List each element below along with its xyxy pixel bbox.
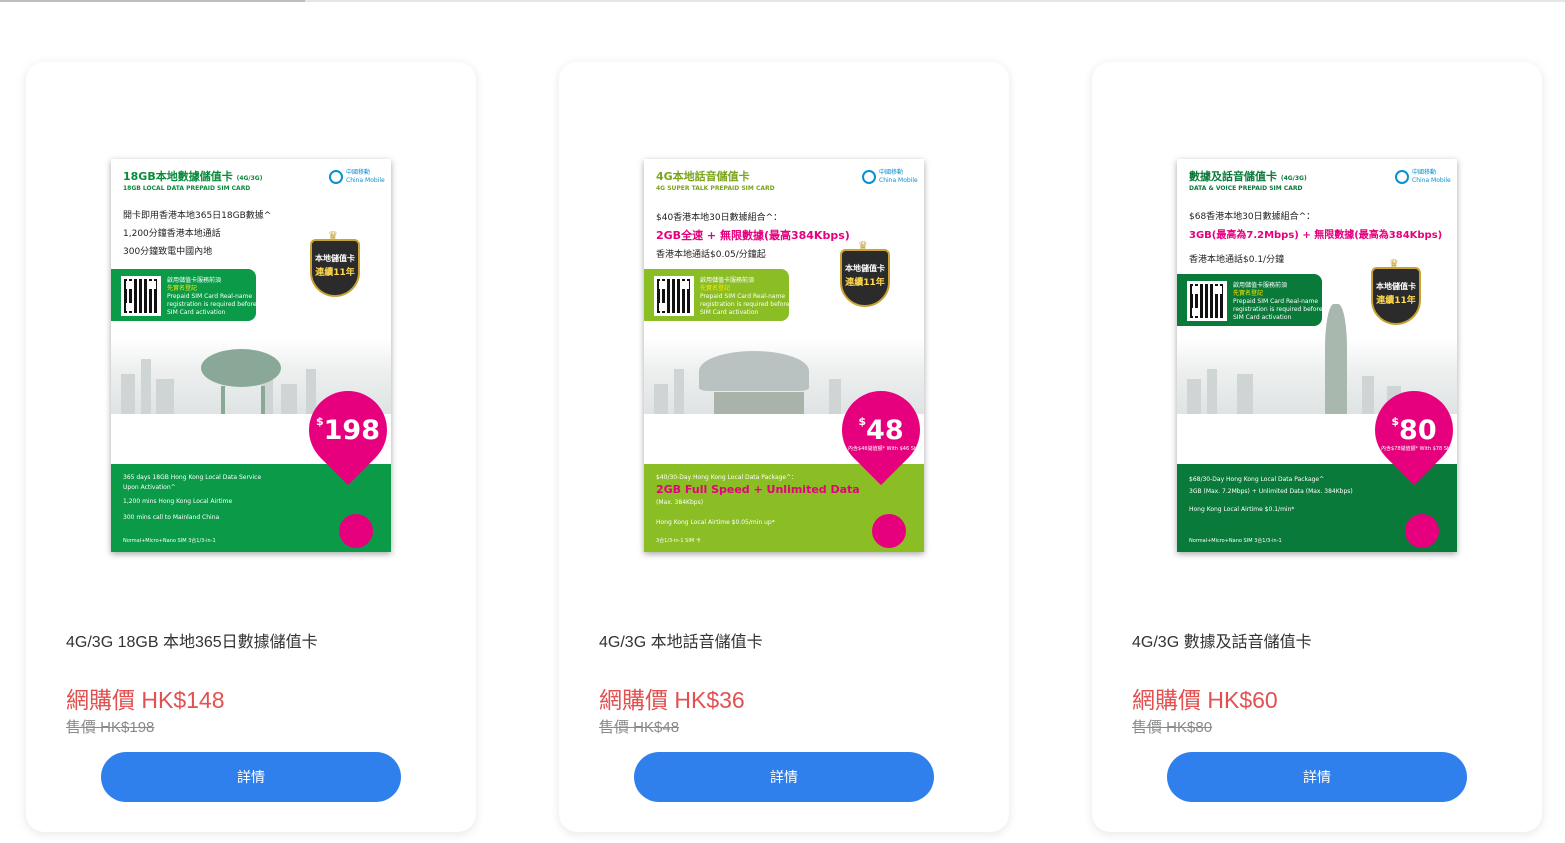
pack-title: 數據及話音儲值卡 (4G/3G): [1189, 170, 1307, 183]
product-card: 數據及話音儲值卡 (4G/3G) DATA & VOICE PREPAID SI…: [1092, 62, 1542, 832]
pack-price-note: 內含$78儲值額* With $78 Stored Value: [1381, 446, 1457, 452]
china-mobile-logo-icon: 中國移動 China Mobile: [862, 169, 918, 187]
pack-subtitle: DATA & VOICE PREPAID SIM CARD: [1189, 185, 1303, 192]
pack-price-note: 內含$46儲值額* With $46 Stored Value: [848, 446, 924, 452]
retail-price: 售價 HK$198: [66, 719, 155, 736]
pack-feature: 香港本地通話$0.05/分鐘起: [656, 250, 766, 260]
qr-code-icon: [654, 276, 694, 316]
china-mobile-logo-icon: 中國移動 China Mobile: [329, 169, 385, 187]
online-price: 網購價 HK$60: [1132, 687, 1278, 713]
pack-feature: 香港本地通話$0.1/分鐘: [1189, 255, 1285, 265]
pack-feature: 開卡即用香港本地365日18GB數據^: [123, 211, 272, 221]
award-badge-icon: ♛ 本地儲值卡 連續11年: [304, 230, 366, 301]
qr-panel: 啟用儲值卡服務前須 先實名登記 Prepaid SIM Card Real-name…: [1177, 274, 1323, 326]
qr-panel: 啟用儲值卡服務前須 先實名登記 Prepaid SIM Card Real-name…: [111, 269, 257, 321]
pack-price: $48: [858, 415, 904, 446]
pack-title: 18GB本地數據儲值卡 (4G/3G): [123, 170, 263, 183]
product-name[interactable]: 4G/3G 18GB 本地365日數據儲值卡: [66, 628, 318, 652]
pack-feature: 300分鐘致電中國內地: [123, 247, 213, 257]
pack-feature: 1,200分鐘香港本地通話: [123, 229, 221, 239]
online-price: 網購價 HK$36: [599, 687, 745, 713]
qr-code-icon: [121, 276, 161, 316]
retail-price: 售價 HK$80: [1132, 719, 1213, 736]
product-card: 18GB本地數據儲值卡 (4G/3G) 18GB LOCAL DATA PREP…: [26, 62, 476, 832]
pack-title: 4G本地話音儲值卡: [656, 170, 750, 183]
pin-dot-icon: [872, 514, 906, 548]
pack-feature: 2GB全速 + 無限數據(最高384Kbps): [656, 229, 850, 242]
award-badge-icon: ♛ 本地儲值卡 連續11年: [834, 240, 896, 311]
details-button[interactable]: 詳情: [634, 752, 934, 802]
retail-price: 售價 HK$48: [599, 719, 680, 736]
award-badge-icon: ♛ 本地儲值卡 連續11年: [1365, 258, 1427, 329]
pack-feature: $40香港本地30日數據組合^：: [656, 213, 783, 223]
details-button[interactable]: 詳情: [1167, 752, 1467, 802]
qr-panel: 啟用儲值卡服務前須 先實名登記 Prepaid SIM Card Real-name…: [644, 269, 790, 321]
product-name[interactable]: 4G/3G 本地話音儲值卡: [599, 628, 763, 652]
top-divider: [0, 0, 1565, 2]
product-image[interactable]: 數據及話音儲值卡 (4G/3G) DATA & VOICE PREPAID SI…: [1177, 159, 1457, 552]
product-image[interactable]: 18GB本地數據儲值卡 (4G/3G) 18GB LOCAL DATA PREP…: [111, 159, 391, 552]
details-button[interactable]: 詳情: [101, 752, 401, 802]
pin-dot-icon: [1405, 514, 1439, 548]
product-grid: 18GB本地數據儲值卡 (4G/3G) 18GB LOCAL DATA PREP…: [26, 62, 1542, 832]
pack-subtitle: 18GB LOCAL DATA PREPAID SIM CARD: [123, 185, 251, 192]
china-mobile-logo-icon: 中國移動 China Mobile: [1395, 169, 1451, 187]
online-price: 網購價 HK$148: [66, 687, 225, 713]
pack-price: $80: [1391, 415, 1437, 446]
product-card: 4G本地話音儲值卡 4G SUPER TALK PREPAID SIM CARD…: [559, 62, 1009, 832]
product-name[interactable]: 4G/3G 數據及話音儲值卡: [1132, 628, 1312, 652]
qr-code-icon: [1187, 281, 1227, 321]
pack-feature: $68香港本地30日數據組合^：: [1189, 212, 1316, 222]
pin-dot-icon: [339, 514, 373, 548]
pack-price: $198: [315, 415, 381, 446]
pack-feature: 3GB(最高為7.2Mbps) + 無限數據(最高為384Kbps): [1189, 230, 1443, 241]
pack-subtitle: 4G SUPER TALK PREPAID SIM CARD: [656, 185, 775, 192]
product-image[interactable]: 4G本地話音儲值卡 4G SUPER TALK PREPAID SIM CARD…: [644, 159, 924, 552]
